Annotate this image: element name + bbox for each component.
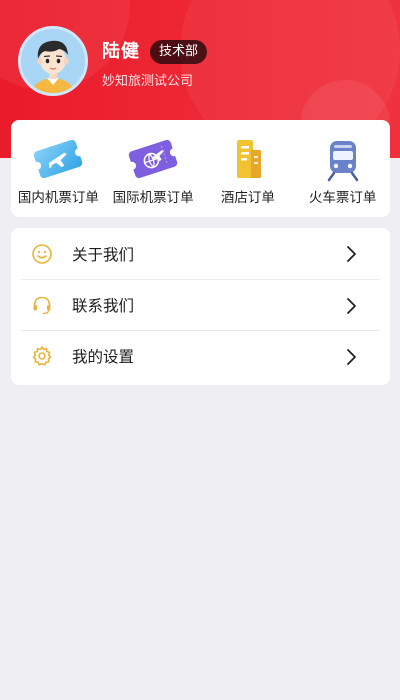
menu-item-my-settings[interactable]: 我的设置 — [21, 330, 380, 381]
orders-card: 国内机票订单 国际机票订单 酒店订单 火车票订单 — [11, 120, 390, 217]
smiley-icon — [32, 243, 52, 264]
order-label: 国内机票订单 — [17, 190, 99, 206]
train-orders-button[interactable]: 火车票订单 — [295, 120, 390, 217]
menu-item-label: 我的设置 — [72, 348, 135, 366]
chevron-right-icon — [347, 246, 356, 262]
gear-icon — [32, 346, 52, 366]
hotel-building-icon — [236, 140, 261, 178]
menu-item-contact-us[interactable]: 联系我们 — [21, 279, 380, 330]
domestic-flight-orders-button[interactable]: 国内机票订单 — [11, 120, 106, 217]
profile-page: 陆健 技术部 妙知旅测试公司 国内机票订单 国际机票订单 酒店订单 火车票订单 … — [0, 0, 400, 700]
train-icon — [327, 141, 358, 182]
hotel-orders-button[interactable]: 酒店订单 — [201, 120, 296, 217]
menu-card: 关于我们 联系我们 我的设置 — [11, 228, 390, 385]
department-badge: 技术部 — [150, 40, 208, 64]
menu-item-label: 联系我们 — [72, 297, 135, 315]
chevron-right-icon — [347, 349, 356, 365]
domestic-flight-ticket-icon — [33, 139, 84, 179]
international-flight-ticket-icon — [128, 139, 179, 179]
order-label: 酒店订单 — [220, 190, 275, 206]
order-label: 国际机票订单 — [112, 190, 194, 206]
avatar-illustration — [21, 29, 85, 93]
international-flight-orders-button[interactable]: 国际机票订单 — [106, 120, 201, 217]
chevron-right-icon — [347, 298, 356, 314]
user-name: 陆健 — [102, 41, 140, 62]
avatar[interactable] — [18, 26, 88, 96]
menu-item-about-us[interactable]: 关于我们 — [21, 228, 380, 279]
headset-icon — [33, 296, 51, 315]
order-label: 火车票订单 — [308, 190, 377, 206]
company-name: 妙知旅测试公司 — [102, 74, 194, 89]
menu-item-label: 关于我们 — [72, 245, 135, 264]
